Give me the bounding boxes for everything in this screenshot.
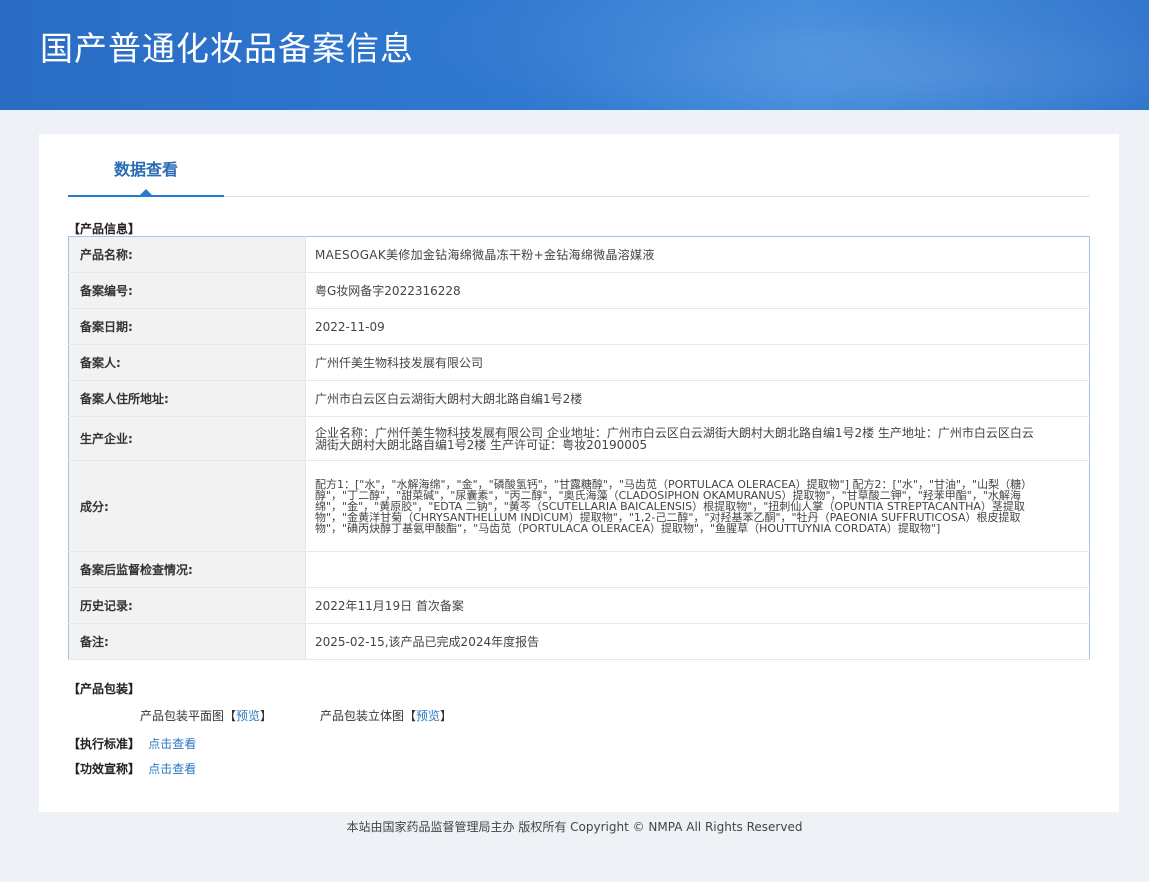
table-row: 产品名称: MAESOGAK美修加金钻海绵微晶冻干粉+金钻海绵微晶溶媒液 [68, 236, 1090, 273]
packaging-solid-preview-link[interactable]: 预览 [416, 709, 440, 723]
product-info-section-title: 【产品信息】 [68, 222, 141, 236]
tab-bar: 数据查看 [68, 134, 1090, 197]
row-value-filer: 广州仟美生物科技发展有限公司 [305, 344, 1090, 381]
row-label-filer-address: 备案人住所地址: [68, 380, 306, 417]
bracket-close: 】 [440, 709, 453, 723]
page-banner: 国产普通化妆品备案信息 [0, 0, 1149, 110]
table-row: 备案后监督检查情况: [68, 551, 1090, 588]
content-card: 数据查看 【产品信息】 产品名称: MAESOGAK美修加金钻海绵微晶冻干粉+金… [39, 134, 1119, 812]
packaging-flat-preview-link[interactable]: 预览 [236, 709, 260, 723]
packaging-flat-label: 产品包装平面图 [140, 709, 225, 723]
row-label-remark: 备注: [68, 623, 306, 660]
packaging-section-title: 【产品包装】 [68, 682, 141, 696]
table-row: 备案编号: 粤G妆网备字2022316228 [68, 272, 1090, 309]
page-title: 国产普通化妆品备案信息 [40, 29, 414, 68]
bracket-open: 【 [224, 709, 237, 723]
table-row: 备注: 2025-02-15,该产品已完成2024年度报告 [68, 623, 1090, 660]
row-label-ingredients: 成分: [68, 460, 306, 552]
row-label-filing-date: 备案日期: [68, 308, 306, 345]
row-label-filing-number: 备案编号: [68, 272, 306, 309]
packaging-flat-item: 产品包装平面图【预览】 [140, 707, 272, 724]
table-row: 备案人: 广州仟美生物科技发展有限公司 [68, 344, 1090, 381]
standard-view-link[interactable]: 点击查看 [148, 737, 196, 751]
row-value-filer-address: 广州市白云区白云湖街大朗村大朗北路自编1号2楼 [305, 380, 1090, 417]
efficacy-label: 【功效宣称】 [68, 762, 141, 776]
page-footer: 本站由国家药品监督管理局主办 版权所有 Copyright © NMPA All… [346, 820, 803, 834]
product-info-table: 产品名称: MAESOGAK美修加金钻海绵微晶冻干粉+金钻海绵微晶溶媒液 备案编… [68, 236, 1090, 660]
row-label-product-name: 产品名称: [68, 236, 306, 273]
table-row: 成分: 配方1：["水"，"水解海绵"，"金"，"磷酸氢钙"，"甘露糖醇"，"马… [68, 460, 1090, 552]
packaging-solid-item: 产品包装立体图【预览】 [320, 707, 452, 724]
tab-caret-icon [140, 189, 152, 195]
standard-label: 【执行标准】 [68, 737, 141, 751]
row-label-history: 历史记录: [68, 587, 306, 624]
bracket-close: 】 [260, 709, 273, 723]
row-label-manufacturer: 生产企业: [68, 416, 306, 461]
standard-section: 【执行标准】 点击查看 [68, 735, 196, 752]
tab-active-indicator [68, 195, 224, 197]
tab-data-view[interactable]: 数据查看 [68, 134, 224, 196]
row-value-filing-number: 粤G妆网备字2022316228 [305, 272, 1090, 309]
table-row: 生产企业: 企业名称：广州仟美生物科技发展有限公司 企业地址：广州市白云区白云湖… [68, 416, 1090, 461]
row-value-product-name: MAESOGAK美修加金钻海绵微晶冻干粉+金钻海绵微晶溶媒液 [305, 236, 1090, 273]
row-value-ingredients: 配方1：["水"，"水解海绵"，"金"，"磷酸氢钙"，"甘露糖醇"，"马齿苋（P… [305, 460, 1090, 552]
row-value-manufacturer: 企业名称：广州仟美生物科技发展有限公司 企业地址：广州市白云区白云湖街大朗村大朗… [305, 416, 1090, 461]
table-row: 备案人住所地址: 广州市白云区白云湖街大朗村大朗北路自编1号2楼 [68, 380, 1090, 417]
efficacy-view-link[interactable]: 点击查看 [148, 762, 196, 776]
row-value-filing-date: 2022-11-09 [305, 308, 1090, 345]
packaging-solid-label: 产品包装立体图 [320, 709, 405, 723]
row-value-supervision [305, 551, 1090, 588]
table-row: 备案日期: 2022-11-09 [68, 308, 1090, 345]
bracket-open: 【 [404, 709, 417, 723]
row-value-history: 2022年11月19日 首次备案 [305, 587, 1090, 624]
efficacy-section: 【功效宣称】 点击查看 [68, 760, 196, 777]
row-label-supervision: 备案后监督检查情况: [68, 551, 306, 588]
table-row: 历史记录: 2022年11月19日 首次备案 [68, 587, 1090, 624]
row-label-filer: 备案人: [68, 344, 306, 381]
row-value-remark: 2025-02-15,该产品已完成2024年度报告 [305, 623, 1090, 660]
